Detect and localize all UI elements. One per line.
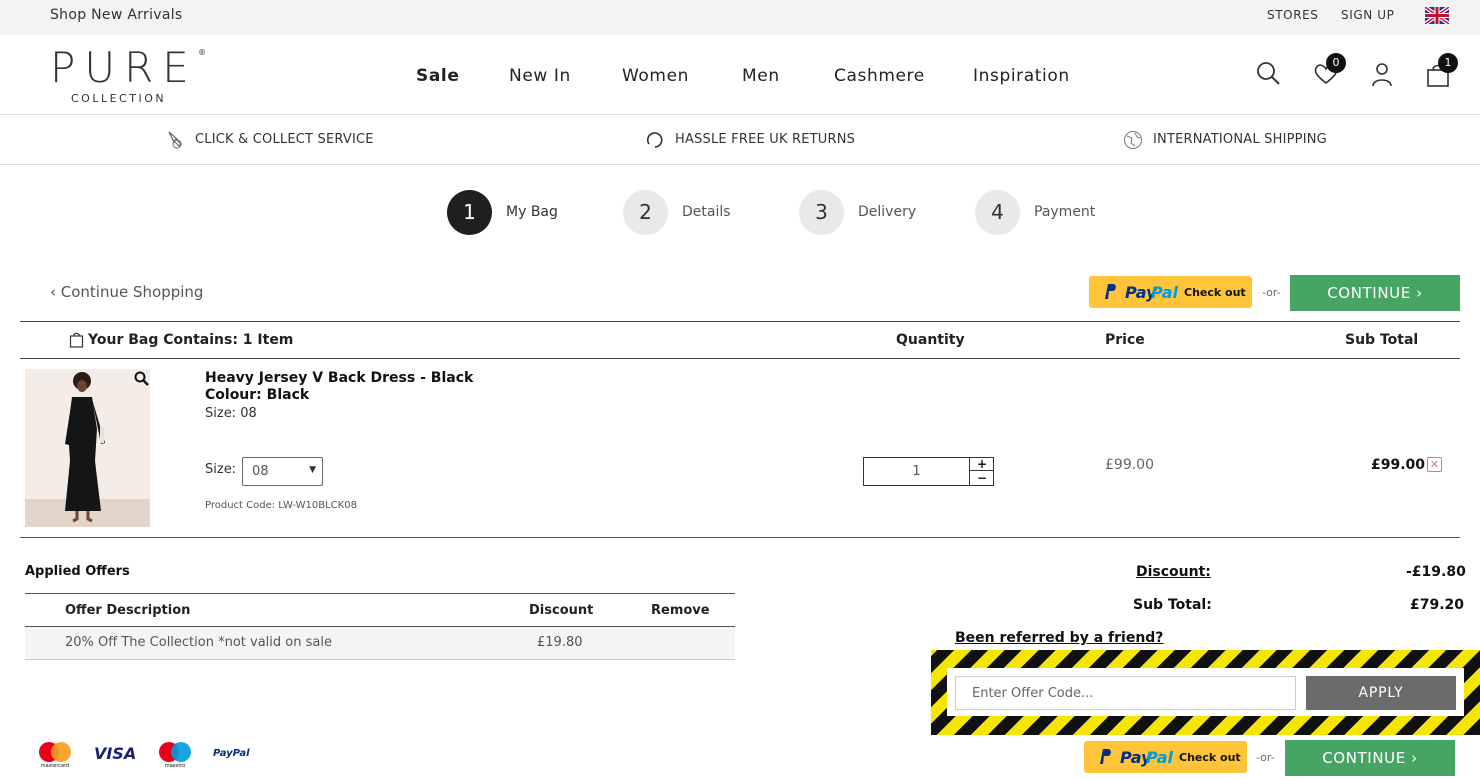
user-icon[interactable] bbox=[1369, 61, 1395, 87]
paypal-p-icon bbox=[1100, 749, 1111, 764]
stores-link[interactable]: STORES bbox=[1267, 8, 1319, 22]
size-select-value: 08 bbox=[252, 464, 269, 479]
wishlist-count-badge: 0 bbox=[1326, 53, 1346, 73]
offer-code-highlight: Enter Offer Code... APPLY bbox=[931, 650, 1480, 735]
offer-remove-header: Remove bbox=[651, 603, 710, 618]
step-3-circle: 3 bbox=[799, 190, 844, 235]
quantity-stepper: 1 + − bbox=[863, 457, 994, 486]
maestro-icon: maestro bbox=[156, 740, 194, 772]
subtotal-value: £79.20 bbox=[1410, 597, 1465, 613]
site-header: PURE ® COLLECTION Sale New In Women Men … bbox=[0, 35, 1480, 115]
search-icon[interactable] bbox=[1256, 61, 1282, 87]
offer-code-input[interactable]: Enter Offer Code... bbox=[955, 676, 1296, 710]
offer-discount-header: Discount bbox=[529, 603, 594, 618]
quantity-decrease-button[interactable]: − bbox=[970, 472, 994, 485]
step-4-label: Payment bbox=[1034, 204, 1096, 220]
offer-discount: £19.80 bbox=[537, 635, 583, 650]
step-2-circle: 2 bbox=[623, 190, 668, 235]
or-separator-top: -or- bbox=[1262, 286, 1281, 299]
uk-flag-icon[interactable] bbox=[1425, 7, 1449, 24]
table-row: 20% Off The Collection *not valid on sal… bbox=[25, 627, 735, 660]
quantity-column-header: Quantity bbox=[896, 332, 965, 348]
divider bbox=[20, 358, 1460, 359]
product-image[interactable] bbox=[25, 369, 150, 527]
divider bbox=[20, 537, 1460, 538]
step-1-label: My Bag bbox=[506, 204, 558, 220]
product-name[interactable]: Heavy Jersey V Back Dress - Black bbox=[205, 370, 473, 386]
referred-friend-link[interactable]: Been referred by a friend? bbox=[955, 630, 1163, 646]
quantity-increase-button[interactable]: + bbox=[970, 458, 994, 471]
or-separator-bottom: -or- bbox=[1256, 751, 1275, 764]
sign-up-link[interactable]: SIGN UP bbox=[1341, 8, 1394, 22]
divider bbox=[25, 593, 735, 594]
paypal-p-icon bbox=[1105, 284, 1116, 299]
bag-count-badge: 1 bbox=[1438, 53, 1458, 73]
bag-heading: Your Bag Contains: 1 Item bbox=[88, 332, 294, 348]
continue-button-bottom[interactable]: CONTINUE › bbox=[1285, 740, 1455, 776]
nav-men[interactable]: Men bbox=[742, 66, 780, 86]
nav-sale[interactable]: Sale bbox=[416, 66, 459, 86]
remove-item-icon[interactable]: ✕ bbox=[1427, 457, 1442, 472]
step-2-label: Details bbox=[682, 204, 731, 220]
international-shipping[interactable]: INTERNATIONAL SHIPPING bbox=[1153, 132, 1327, 147]
item-subtotal: £99.00 bbox=[1371, 457, 1426, 473]
globe-icon bbox=[1123, 130, 1143, 150]
bag-small-icon bbox=[69, 332, 84, 348]
price-column-header: Price bbox=[1105, 332, 1145, 348]
paypal-pal-text: Pal bbox=[1146, 748, 1173, 767]
nav-new-in[interactable]: New In bbox=[509, 66, 571, 86]
paypal-pal-text: Pal bbox=[1151, 283, 1178, 302]
product-size: Size: 08 bbox=[205, 406, 257, 421]
quantity-buttons: + − bbox=[969, 458, 994, 485]
apply-button[interactable]: APPLY bbox=[1306, 676, 1456, 710]
offer-description-header: Offer Description bbox=[65, 603, 191, 618]
logo-wordmark: PURE bbox=[50, 43, 198, 92]
item-price: £99.00 bbox=[1105, 457, 1154, 473]
shop-new-arrivals-link[interactable]: Shop New Arrivals bbox=[50, 7, 183, 23]
zoom-icon[interactable] bbox=[134, 371, 150, 387]
nav-women[interactable]: Women bbox=[622, 66, 689, 86]
size-select-label: Size: bbox=[205, 462, 237, 477]
click-collect-icon bbox=[165, 130, 185, 150]
product-colour: Colour: Black bbox=[205, 387, 310, 403]
discount-label[interactable]: Discount: bbox=[1136, 564, 1211, 580]
continue-shopping-link[interactable]: ‹ Continue Shopping bbox=[50, 283, 203, 301]
step-4-circle: 4 bbox=[975, 190, 1020, 235]
mastercard-icon: mastercard bbox=[36, 740, 74, 772]
continue-button-top[interactable]: CONTINUE › bbox=[1290, 275, 1460, 311]
size-select[interactable]: 08 ▼ bbox=[242, 457, 323, 486]
step-3-label: Delivery bbox=[858, 204, 917, 220]
hassle-free-returns[interactable]: HASSLE FREE UK RETURNS bbox=[675, 132, 855, 147]
paypal-logo-icon: PayPal bbox=[213, 748, 250, 759]
product-code: Product Code: LW-W10BLCK08 bbox=[205, 500, 357, 511]
nav-inspiration[interactable]: Inspiration bbox=[973, 66, 1070, 86]
nav-cashmere[interactable]: Cashmere bbox=[834, 66, 925, 86]
step-1-circle: 1 bbox=[447, 190, 492, 235]
offer-code-form: Enter Offer Code... APPLY bbox=[947, 668, 1464, 716]
subtotal-column-header: Sub Total bbox=[1345, 332, 1419, 348]
subtotal-label: Sub Total: bbox=[1133, 597, 1212, 613]
quantity-input[interactable]: 1 bbox=[864, 464, 969, 479]
chevron-down-icon: ▼ bbox=[309, 465, 316, 475]
returns-icon bbox=[645, 130, 665, 150]
paypal-checkout-button-top[interactable]: Pay Pal Check out bbox=[1089, 276, 1252, 308]
mastercard-wordmark: mastercard bbox=[41, 763, 69, 768]
offer-description: 20% Off The Collection *not valid on sal… bbox=[65, 635, 332, 650]
divider bbox=[20, 321, 1460, 322]
top-bar: Shop New Arrivals STORES SIGN UP bbox=[0, 0, 1480, 35]
paypal-checkout-button-bottom[interactable]: Pay Pal Check out bbox=[1084, 741, 1247, 773]
applied-offers-title: Applied Offers bbox=[25, 564, 130, 579]
service-bar: CLICK & COLLECT SERVICE HASSLE FREE UK R… bbox=[0, 116, 1480, 165]
logo-subtitle: COLLECTION bbox=[71, 92, 167, 105]
paypal-checkout-text: Check out bbox=[1184, 286, 1246, 299]
maestro-wordmark: maestro bbox=[165, 763, 186, 768]
discount-value: -£19.80 bbox=[1406, 564, 1466, 580]
logo-registered-mark: ® bbox=[198, 48, 206, 57]
paypal-checkout-text: Check out bbox=[1179, 751, 1241, 764]
visa-icon: VISA bbox=[94, 744, 137, 763]
click-collect-service[interactable]: CLICK & COLLECT SERVICE bbox=[195, 132, 374, 147]
